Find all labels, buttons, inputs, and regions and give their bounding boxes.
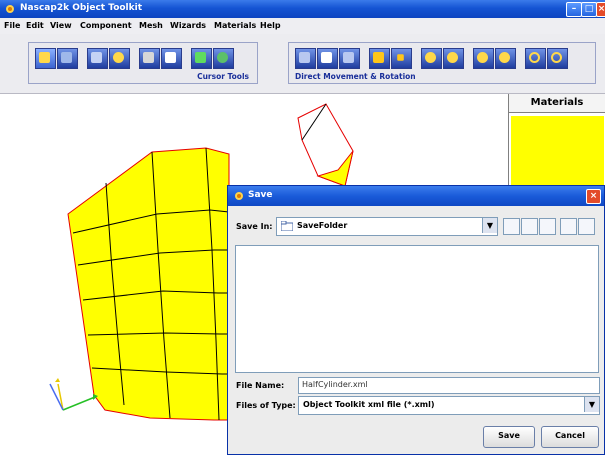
rotate-1-icon[interactable]: [421, 48, 442, 69]
direct-movement-label: Direct Movement & Rotation: [295, 72, 416, 81]
square-icon[interactable]: [369, 48, 390, 69]
zoom-icon[interactable]: [139, 48, 160, 69]
cube-rotate-icon[interactable]: [57, 48, 78, 69]
rotate-3-icon[interactable]: [473, 48, 494, 69]
rotate-4-icon[interactable]: [495, 48, 516, 69]
half-cylinder-mesh: [67, 147, 230, 421]
details-view-icon[interactable]: [578, 218, 595, 235]
save-dialog: Save × Save In: SaveFolder ▼ File Name: …: [227, 185, 605, 455]
folder-icon: [281, 221, 293, 231]
files-of-type-label: Files of Type:: [236, 401, 296, 410]
move-center-icon[interactable]: [317, 48, 338, 69]
materials-header: Materials: [509, 94, 605, 113]
menu-wizards[interactable]: Wizards: [170, 21, 206, 30]
cube-node-icon[interactable]: [109, 48, 130, 69]
chevron-down-icon[interactable]: ▼: [482, 218, 497, 233]
list-view-icon[interactable]: [560, 218, 577, 235]
up-folder-icon[interactable]: [503, 218, 520, 235]
save-in-label: Save In:: [236, 222, 273, 231]
pan-icon[interactable]: [191, 48, 212, 69]
file-name-input[interactable]: HalfCylinder.xml: [298, 377, 600, 394]
spin-ccw-icon[interactable]: [547, 48, 568, 69]
menu-materials[interactable]: Materials: [214, 21, 256, 30]
dialog-app-icon: [235, 192, 243, 200]
window-title: Nascap2k Object Toolkit: [20, 3, 143, 13]
save-in-combo[interactable]: SaveFolder ▼: [276, 217, 498, 236]
move-left-icon[interactable]: [295, 48, 316, 69]
new-folder-icon[interactable]: [539, 218, 556, 235]
menu-component[interactable]: Component: [80, 21, 132, 30]
box-icon[interactable]: [161, 48, 182, 69]
save-button[interactable]: Save: [483, 426, 535, 448]
file-name-value: HalfCylinder.xml: [302, 380, 368, 389]
save-dialog-title: Save: [248, 190, 273, 200]
menu-file[interactable]: File: [4, 21, 20, 30]
stop-icon[interactable]: [391, 48, 412, 69]
menu-edit[interactable]: Edit: [26, 21, 44, 30]
dialog-close-button[interactable]: ×: [586, 189, 601, 204]
minimize-button[interactable]: –: [566, 2, 582, 17]
globe-icon[interactable]: [213, 48, 234, 69]
save-in-value: SaveFolder: [297, 221, 348, 230]
save-dialog-titlebar[interactable]: Save ×: [228, 186, 604, 206]
menu-view[interactable]: View: [50, 21, 72, 30]
chevron-down-icon[interactable]: ▼: [584, 397, 599, 412]
menu-bar: File Edit View Component Mesh Wizards Ma…: [0, 18, 605, 34]
app-icon: [6, 5, 14, 13]
home-icon[interactable]: [521, 218, 538, 235]
cursor-tools-label: Cursor Tools: [197, 72, 249, 81]
files-of-type-value: Object Toolkit xml file (*.xml): [303, 400, 435, 409]
files-of-type-combo[interactable]: Object Toolkit xml file (*.xml) ▼: [298, 396, 600, 415]
cube-select-icon[interactable]: [35, 48, 56, 69]
cancel-button[interactable]: Cancel: [541, 426, 599, 448]
maximize-button[interactable]: □: [581, 2, 597, 17]
spin-cw-icon[interactable]: [525, 48, 546, 69]
move-right-icon[interactable]: [339, 48, 360, 69]
close-button[interactable]: ×: [596, 2, 605, 17]
cube-face-icon[interactable]: [87, 48, 108, 69]
file-name-label: File Name:: [236, 381, 285, 390]
direct-movement-group: Direct Movement & Rotation: [288, 42, 596, 84]
axes-indicator: [49, 378, 98, 411]
window-titlebar[interactable]: Nascap2k Object Toolkit – □ ×: [0, 0, 605, 18]
rotate-2-icon[interactable]: [443, 48, 464, 69]
menu-mesh[interactable]: Mesh: [139, 21, 163, 30]
menu-help[interactable]: Help: [260, 21, 281, 30]
file-list[interactable]: [235, 245, 599, 373]
cursor-tools-group: Cursor Tools: [28, 42, 258, 84]
toolbar: Cursor Tools Direct Movement & Rotation: [0, 34, 605, 94]
